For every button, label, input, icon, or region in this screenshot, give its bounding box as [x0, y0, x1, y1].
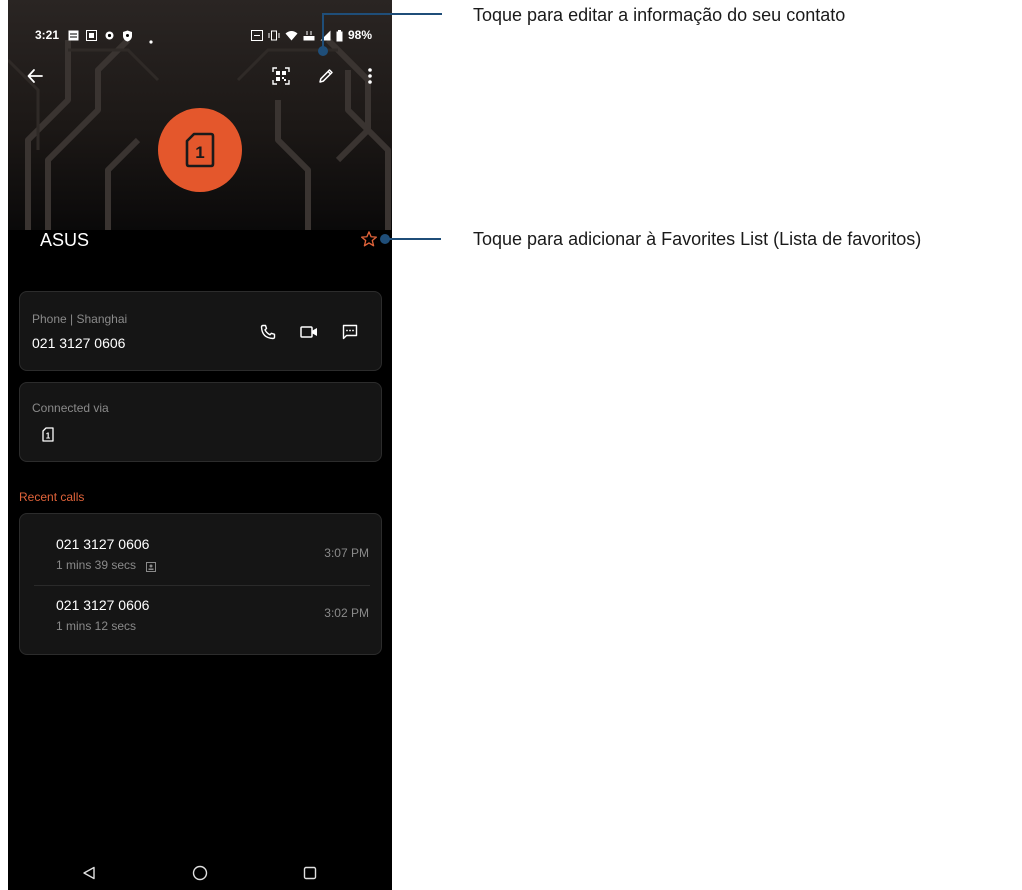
- call-duration: 1 mins 12 secs: [56, 619, 137, 633]
- status-bar: 3:21 98%: [8, 26, 392, 46]
- battery-level: 98%: [348, 28, 373, 42]
- annotation-favorite-text: Toque para adicionar à Favorites List (L…: [473, 229, 922, 249]
- status-time: 3:21: [35, 28, 60, 42]
- connected-via-card: Connected via 1: [19, 382, 382, 462]
- phone-card: Phone | Shanghai 021 3127 0606: [19, 291, 382, 371]
- nav-recents-button[interactable]: [299, 862, 321, 884]
- message-icon: [68, 30, 79, 44]
- shield-icon: [122, 30, 133, 45]
- callout-line-favorite: [386, 238, 441, 240]
- hd-icon: [251, 30, 263, 44]
- contact-avatar: 1: [158, 108, 242, 192]
- pencil-icon: [319, 69, 333, 83]
- qr-code-button[interactable]: [267, 62, 295, 90]
- call-duration: 1 mins 39 secs: [56, 558, 137, 572]
- phone-number[interactable]: 021 3127 0606: [32, 335, 125, 351]
- phone-screen: 3:21 98% 1 ASUS Phone | Shanghai 021 312…: [8, 0, 392, 890]
- recent-calls-title: Recent calls: [19, 490, 85, 504]
- recorded-call-icon: [146, 559, 156, 577]
- circle-home-icon: [192, 865, 208, 881]
- call-number: 021 3127 0606: [56, 536, 150, 552]
- back-button[interactable]: [21, 62, 49, 90]
- video-call-button[interactable]: [297, 320, 321, 344]
- sim-card-icon: 1: [185, 132, 215, 168]
- call-log-row[interactable]: 021 3127 0606 1 mins 39 secs 3:07 PM: [20, 526, 381, 586]
- more-vertical-icon: [368, 68, 372, 84]
- call-button[interactable]: [256, 320, 280, 344]
- annotation-edit-text: Toque para editar a informação do seu co…: [473, 5, 846, 25]
- phone-label: Phone | Shanghai: [32, 312, 128, 326]
- call-time: 3:07 PM: [324, 546, 369, 560]
- notification-dot-icon: [149, 33, 153, 47]
- settings-icon: [104, 30, 115, 44]
- nav-back-button[interactable]: [78, 862, 100, 884]
- triangle-back-icon: [83, 866, 95, 880]
- wifi-icon: [285, 30, 298, 44]
- qr-code-icon: [272, 67, 290, 85]
- sim-badge: 1: [46, 432, 51, 441]
- call-number: 021 3127 0606: [56, 597, 150, 613]
- more-options-button[interactable]: [356, 62, 384, 90]
- chat-bubble-icon: [342, 324, 358, 340]
- battery-icon: [336, 30, 343, 45]
- sim-card-icon: 1: [42, 427, 54, 447]
- phone-icon: [260, 324, 276, 340]
- callout-line-edit: [322, 13, 442, 15]
- vibrate-icon: [268, 30, 280, 44]
- contact-name: ASUS: [40, 230, 90, 250]
- call-time: 3:02 PM: [324, 606, 369, 620]
- call-log-row[interactable]: 021 3127 0606 1 mins 12 secs 3:02 PM: [20, 586, 381, 646]
- screenshot-icon: [86, 30, 97, 44]
- arrow-left-icon: [27, 69, 43, 83]
- message-button[interactable]: [338, 320, 362, 344]
- recent-calls-card: 021 3127 0606 1 mins 39 secs 3:07 PM 021…: [19, 513, 382, 655]
- star-outline-icon: [360, 231, 378, 247]
- nav-home-button[interactable]: [189, 862, 211, 884]
- square-recents-icon: [303, 866, 317, 880]
- edit-contact-button[interactable]: [312, 62, 340, 90]
- avatar-badge: 1: [195, 143, 204, 162]
- connected-via-label: Connected via: [32, 401, 109, 415]
- data-transfer-icon: [303, 30, 315, 44]
- video-camera-icon: [300, 326, 317, 338]
- favorite-button[interactable]: [360, 230, 382, 252]
- callout-line-edit-vertical: [322, 14, 324, 50]
